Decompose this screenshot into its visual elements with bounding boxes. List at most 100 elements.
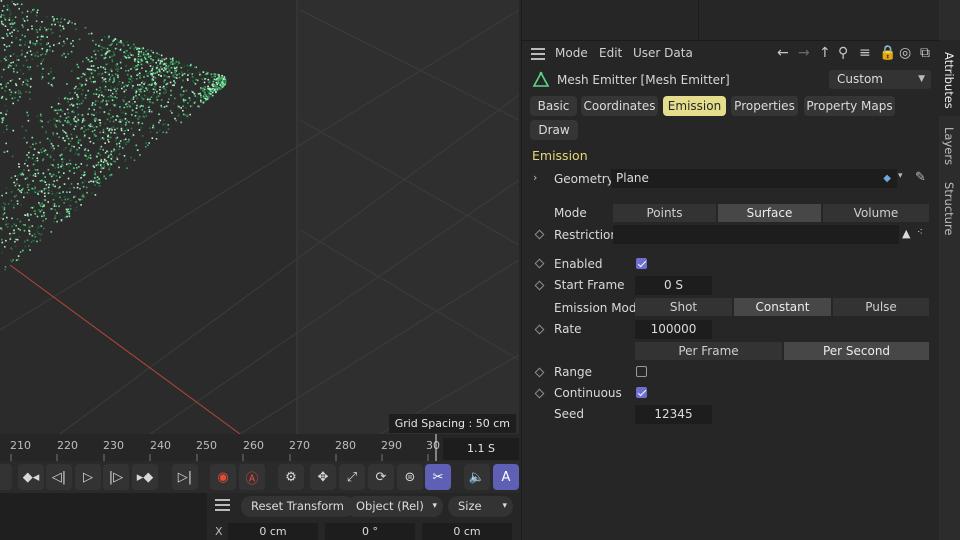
forward-arrow-icon[interactable]: → bbox=[798, 45, 810, 61]
mode-label: Mode bbox=[554, 206, 587, 220]
object-mode-dropdown[interactable]: Object (Rel) ▾ bbox=[346, 496, 443, 517]
lock-icon[interactable]: 🔒 bbox=[879, 45, 896, 61]
section-title: Emission bbox=[532, 148, 588, 163]
rate-field[interactable]: 100000 bbox=[635, 320, 712, 339]
menu-mode[interactable]: Mode bbox=[555, 46, 588, 60]
rotation-x-field[interactable]: 0 ° bbox=[325, 523, 415, 540]
emission-mode-label: Emission Mode bbox=[554, 301, 644, 315]
target-icon[interactable]: ◎ bbox=[899, 45, 911, 61]
restriction-field[interactable] bbox=[613, 225, 899, 244]
geometry-label: Geometry bbox=[554, 172, 614, 186]
side-tab-structure[interactable]: Structure bbox=[942, 182, 956, 236]
continuous-checkbox[interactable] bbox=[636, 387, 647, 398]
mode-option-points[interactable]: Points bbox=[613, 204, 716, 222]
side-tab-layers[interactable]: Layers bbox=[942, 127, 956, 165]
coordinate-manager-spacer bbox=[0, 493, 207, 540]
chevron-down-icon[interactable]: ▾ bbox=[898, 171, 903, 181]
attributes-panel: Mode Edit User Data ← → ↑ ⚲ ≡ 🔒 ◎ ⧉ Mesh… bbox=[521, 0, 940, 540]
current-frame-field[interactable]: 1.1 S bbox=[443, 438, 519, 460]
mode-option-surface[interactable]: Surface bbox=[718, 204, 821, 222]
menu-user-data[interactable]: User Data bbox=[633, 46, 693, 60]
toolbar-button-partial[interactable] bbox=[0, 464, 12, 490]
keyframe-diamond-icon[interactable] bbox=[534, 258, 545, 269]
tab-basic[interactable]: Basic bbox=[530, 96, 577, 116]
enabled-label: Enabled bbox=[554, 257, 603, 271]
keyframe-diamond-icon[interactable] bbox=[534, 324, 545, 335]
rate-unit-per-frame[interactable]: Per Frame bbox=[635, 342, 782, 360]
mode-option-volume[interactable]: Volume bbox=[823, 204, 929, 222]
go-to-previous-key-icon[interactable]: ◆◂ bbox=[18, 464, 44, 490]
expand-chevron-icon[interactable]: › bbox=[533, 171, 537, 184]
attributes-menubar: Mode Edit User Data ← → ↑ ⚲ ≡ 🔒 ◎ ⧉ bbox=[522, 42, 940, 66]
tab-draw[interactable]: Draw bbox=[530, 120, 578, 140]
step-forward-icon[interactable]: |▷ bbox=[103, 464, 129, 490]
tab-coordinates[interactable]: Coordinates bbox=[581, 96, 658, 116]
panel-header-strip bbox=[522, 0, 940, 41]
transport-toolbar: ◆◂ ◁| ▷ |▷ ▸◆ ▷| ◉ Ⓐ ⚙ ✥ ⤢ ⟳ ⊜ ✂ 🔈 A bbox=[0, 461, 519, 493]
range-label: Range bbox=[554, 365, 593, 379]
layout-dropdown-value: Custom bbox=[837, 72, 883, 86]
object-title: Mesh Emitter [Mesh Emitter] bbox=[557, 73, 730, 87]
size-mode-value: Size bbox=[458, 499, 482, 513]
play-icon[interactable]: ▷ bbox=[75, 464, 101, 490]
range-checkbox[interactable] bbox=[636, 366, 647, 377]
tab-property-maps[interactable]: Property Maps bbox=[804, 96, 895, 116]
step-back-icon[interactable]: ◁| bbox=[46, 464, 72, 490]
move-key-icon[interactable]: ✥ bbox=[310, 464, 336, 490]
seed-label: Seed bbox=[554, 407, 584, 421]
layout-dropdown[interactable]: Custom ▼ bbox=[829, 70, 931, 89]
size-x-field[interactable]: 0 cm bbox=[422, 523, 512, 540]
filter-icon[interactable]: ≡ bbox=[859, 45, 871, 61]
object-mode-value: Object (Rel) bbox=[356, 499, 424, 513]
start-frame-field[interactable]: 0 S bbox=[635, 276, 712, 295]
search-icon[interactable]: ⚲ bbox=[838, 45, 848, 61]
chevron-down-icon: ▾ bbox=[502, 501, 507, 511]
3d-viewport[interactable]: Grid Spacing : 50 cm bbox=[0, 0, 519, 434]
sound-icon[interactable]: 🔈 bbox=[464, 464, 490, 490]
rate-unit-per-second[interactable]: Per Second bbox=[784, 342, 929, 360]
scale-key-icon[interactable]: ⤢ bbox=[339, 464, 365, 490]
record-icon[interactable]: ◉ bbox=[210, 464, 236, 490]
continuous-label: Continuous bbox=[554, 386, 622, 400]
menu-icon[interactable] bbox=[215, 499, 230, 511]
side-tab-attributes[interactable]: Attributes bbox=[942, 52, 956, 109]
menu-edit[interactable]: Edit bbox=[599, 46, 622, 60]
keyframe-diamond-icon[interactable] bbox=[534, 388, 545, 399]
emission-mode-shot[interactable]: Shot bbox=[635, 298, 732, 316]
up-arrow-icon[interactable]: ↑ bbox=[819, 45, 831, 61]
go-to-end-icon[interactable]: ▷| bbox=[172, 464, 198, 490]
emission-mode-pulse[interactable]: Pulse bbox=[833, 298, 929, 316]
rate-label: Rate bbox=[554, 322, 582, 336]
keyframe-diamond-icon[interactable] bbox=[534, 367, 545, 378]
rotate-key-icon[interactable]: ⟳ bbox=[368, 464, 394, 490]
chevron-down-icon: ▼ bbox=[918, 74, 925, 84]
keyframe-settings-icon[interactable]: ⚙ bbox=[278, 464, 304, 490]
timeline-ruler[interactable]: 210 220 230 240 250 260 270 280 290 30 bbox=[0, 434, 519, 461]
animation-layer-icon[interactable]: A bbox=[493, 464, 519, 490]
enabled-checkbox[interactable] bbox=[636, 258, 647, 269]
tab-emission[interactable]: Emission bbox=[663, 96, 726, 116]
restriction-label: Restriction bbox=[554, 228, 618, 242]
mesh-emitter-icon bbox=[532, 71, 550, 87]
go-to-next-key-icon[interactable]: ▸◆ bbox=[132, 464, 158, 490]
triangle-icon[interactable]: ▲ bbox=[902, 227, 910, 240]
tab-properties[interactable]: Properties bbox=[731, 96, 798, 116]
position-x-field[interactable]: 0 cm bbox=[228, 523, 318, 540]
size-mode-dropdown[interactable]: Size ▾ bbox=[448, 496, 513, 517]
viewport-canvas bbox=[0, 0, 519, 434]
reset-transform-button[interactable]: Reset Transform bbox=[241, 496, 354, 517]
keyframe-diamond-icon[interactable] bbox=[534, 280, 545, 291]
seed-field[interactable]: 12345 bbox=[635, 405, 712, 424]
emission-mode-constant[interactable]: Constant bbox=[734, 298, 831, 316]
autokey-icon[interactable]: Ⓐ bbox=[239, 464, 265, 490]
new-panel-icon[interactable]: ⧉ bbox=[920, 45, 930, 61]
menu-icon[interactable] bbox=[531, 48, 545, 60]
dots-menu-icon[interactable]: ⁖ bbox=[917, 227, 923, 238]
back-arrow-icon[interactable]: ← bbox=[777, 45, 789, 61]
keyframe-diamond-icon[interactable] bbox=[534, 229, 545, 240]
parameter-key-icon[interactable]: ⊜ bbox=[397, 464, 423, 490]
point-level-animation-icon[interactable]: ✂ bbox=[425, 464, 451, 490]
geometry-link-field[interactable]: Plane ◆ bbox=[611, 169, 897, 188]
pick-object-icon[interactable]: ✎ bbox=[915, 170, 926, 185]
coordinate-manager: Reset Transform Object (Rel) ▾ Size ▾ X … bbox=[0, 493, 519, 540]
